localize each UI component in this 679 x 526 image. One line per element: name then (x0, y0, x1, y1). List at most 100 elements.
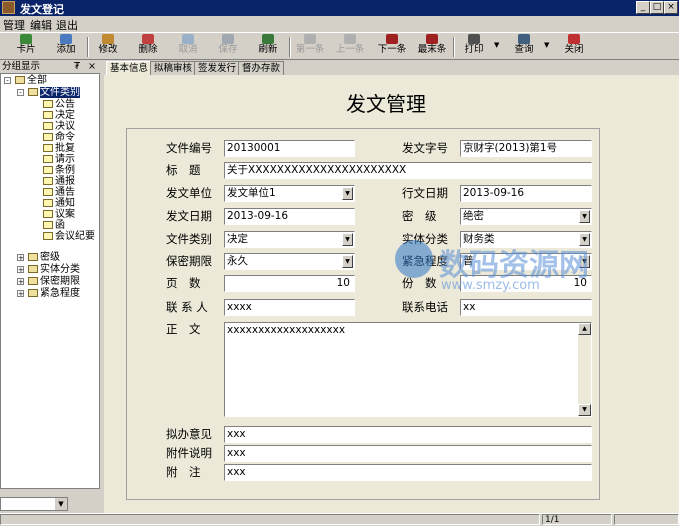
maximize-button[interactable]: □ (650, 1, 664, 14)
query-button[interactable]: 查询 (506, 34, 542, 60)
collapse-icon[interactable]: - (4, 77, 11, 85)
tree-item-category[interactable]: 文件类别 (28, 87, 80, 98)
tree-group[interactable]: 保密期限 (28, 276, 80, 287)
chevron-down-icon[interactable]: ▼ (342, 187, 353, 200)
title-bar: 发文登记 _ □ × (0, 0, 679, 16)
first-record-button[interactable]: 第一条 (292, 34, 328, 60)
panel-close-icon[interactable]: × (88, 60, 96, 73)
opinion-field[interactable]: xxx (224, 426, 592, 443)
send-date-field[interactable]: 2013-09-16 (224, 208, 355, 225)
add-button[interactable]: 添加 (48, 34, 84, 60)
pages-field[interactable]: 10 (224, 275, 355, 292)
prev-record-button[interactable]: 上一条 (332, 34, 368, 60)
tab-issue[interactable]: 签发发行 (194, 61, 241, 75)
delete-button[interactable]: 删除 (130, 34, 166, 60)
tree-leaf[interactable]: 公告 (43, 99, 75, 110)
body-textarea[interactable]: xxxxxxxxxxxxxxxxxxx ▲ ▼ (224, 322, 592, 417)
group-panel-header: 分组显示 ₮ × (0, 60, 100, 73)
tree-leaf[interactable]: 通告 (43, 187, 75, 198)
tab-draft-review[interactable]: 拟稿审核 (150, 61, 197, 75)
watermark: 数码资源网 www.smzy.com (395, 238, 635, 298)
next-record-button[interactable]: 下一条 (374, 34, 410, 60)
phone-field[interactable]: xx (460, 299, 592, 316)
folder-icon (43, 155, 53, 163)
remark-field[interactable]: xxx (224, 464, 592, 481)
label-pages: 页 数 (166, 276, 201, 290)
expand-icon[interactable]: + (17, 278, 24, 286)
page-title: 发文管理 (346, 92, 426, 116)
print-dropdown-arrow-icon[interactable]: ▼ (494, 41, 499, 49)
toolbar-separator (453, 37, 455, 57)
tree-group[interactable]: 紧急程度 (28, 288, 80, 299)
expand-icon[interactable]: + (17, 266, 24, 274)
tree-group[interactable]: 实体分类 (28, 264, 80, 275)
tree-leaf[interactable]: 请示 (43, 154, 75, 165)
tab-supervise[interactable]: 督办存款 (238, 61, 285, 75)
label-phone: 联系电话 (402, 300, 448, 314)
query-dropdown-arrow-icon[interactable]: ▼ (544, 41, 549, 49)
last-icon (426, 34, 438, 44)
tree-leaf[interactable]: 批复 (43, 143, 75, 154)
tree-leaf[interactable]: 条例 (43, 165, 75, 176)
contact-field[interactable]: xxxx (224, 299, 355, 316)
tree-leaf[interactable]: 会议纪要 (43, 231, 95, 242)
subject-field[interactable]: 关于XXXXXXXXXXXXXXXXXXXXXX (224, 162, 592, 179)
menu-manage[interactable]: 管理 (3, 17, 25, 33)
toolbar-separator (87, 37, 89, 57)
attach-field[interactable]: xxx (224, 445, 592, 462)
expand-icon[interactable]: + (17, 254, 24, 262)
tree-root[interactable]: 全部 (15, 75, 47, 86)
unit-select[interactable]: 发文单位1 ▼ (224, 185, 355, 202)
chevron-down-icon[interactable]: ▼ (342, 255, 353, 268)
last-record-button[interactable]: 最末条 (414, 34, 450, 60)
save-button[interactable]: 保存 (210, 34, 246, 60)
body-scrollbar[interactable]: ▲ ▼ (578, 323, 591, 416)
first-icon (304, 34, 316, 44)
doc-word-field[interactable]: 京财字(2013)第1号 (460, 140, 592, 157)
label-remark: 附 注 (166, 465, 201, 479)
keep-select[interactable]: 永久 ▼ (224, 253, 355, 270)
tree-leaf[interactable]: 决定 (43, 110, 75, 121)
tree-leaf[interactable]: 函 (43, 220, 65, 231)
label-subject: 标 题 (166, 163, 201, 177)
menu-edit[interactable]: 编辑 (30, 17, 52, 33)
chevron-down-icon[interactable]: ▼ (342, 233, 353, 246)
cancel-button[interactable]: 取消 (170, 34, 206, 60)
tab-basic-info[interactable]: 基本信息 (106, 61, 153, 75)
minimize-button[interactable]: _ (636, 1, 650, 14)
secret-select[interactable]: 绝密 ▼ (460, 208, 592, 225)
menu-exit[interactable]: 退出 (56, 17, 78, 33)
pin-icon[interactable]: ₮ (74, 60, 80, 73)
label-doc-word: 发文字号 (402, 141, 448, 155)
group-select[interactable]: ▼ (0, 497, 68, 511)
chevron-down-icon: ▼ (55, 498, 67, 510)
tree-group[interactable]: 密级 (28, 252, 60, 263)
record-counter: 1/1 (542, 514, 612, 525)
tree-leaf[interactable]: 命令 (43, 132, 75, 143)
scroll-down-icon[interactable]: ▼ (578, 404, 591, 416)
folder-icon (43, 111, 53, 119)
file-type-select[interactable]: 决定 ▼ (224, 231, 355, 248)
expand-icon[interactable]: + (17, 290, 24, 298)
collapse-icon[interactable]: - (17, 89, 24, 97)
close-window-button[interactable]: × (664, 1, 678, 14)
edit-button[interactable]: 修改 (90, 34, 126, 60)
label-send-date: 发文日期 (166, 209, 212, 223)
card-button[interactable]: 卡片 (8, 34, 44, 60)
add-icon (60, 34, 72, 44)
label-keep: 保密期限 (166, 254, 212, 268)
close-button[interactable]: 关闭 (556, 34, 592, 60)
refresh-button[interactable]: 刷新 (250, 34, 286, 60)
toolbar-separator (289, 37, 291, 57)
print-button[interactable]: 打印 (456, 34, 492, 60)
doc-no-field[interactable]: 20130001 (224, 140, 355, 157)
tree-leaf[interactable]: 决议 (43, 121, 75, 132)
scroll-up-icon[interactable]: ▲ (578, 323, 591, 335)
tree-leaf[interactable]: 通报 (43, 176, 75, 187)
issue-date-field[interactable]: 2013-09-16 (460, 185, 592, 202)
tree-leaf[interactable]: 通知 (43, 198, 75, 209)
chevron-down-icon[interactable]: ▼ (579, 210, 590, 223)
tree-leaf[interactable]: 议案 (43, 209, 75, 220)
folder-icon (28, 265, 38, 273)
label-attach: 附件说明 (166, 446, 212, 460)
